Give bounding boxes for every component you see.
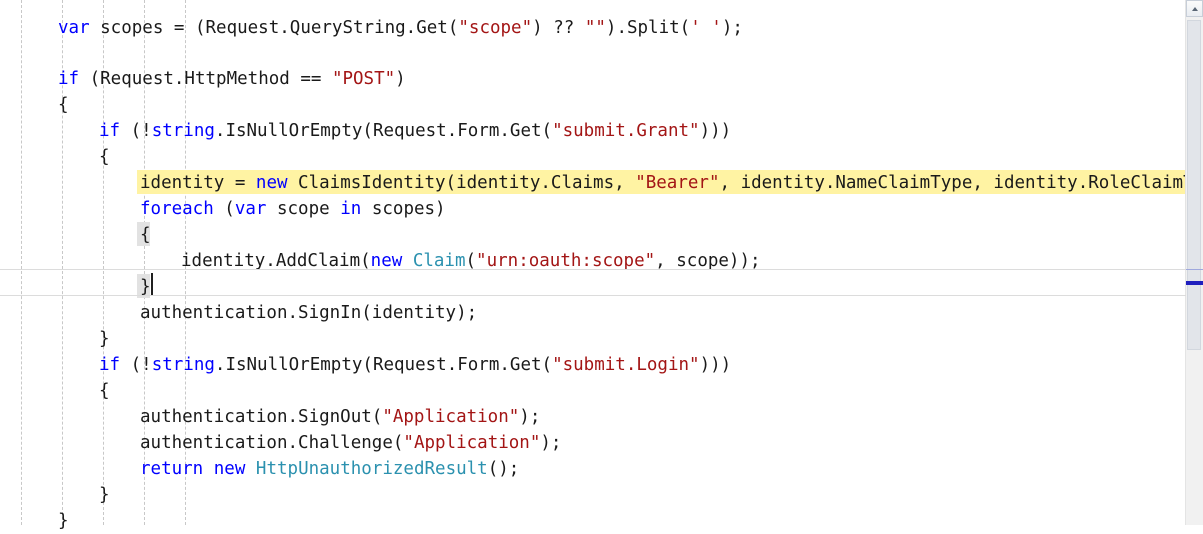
code-token-pun xyxy=(402,248,413,274)
code-token-str: "Application" xyxy=(403,430,540,456)
code-token-pun: authentication.SignIn(identity); xyxy=(140,300,477,326)
code-line[interactable]: if (!string.IsNullOrEmpty(Request.Form.G… xyxy=(0,352,1186,378)
code-token-pun: scopes) xyxy=(361,196,445,222)
code-token-pun: identity.AddClaim( xyxy=(181,248,371,274)
code-token-pun xyxy=(245,456,256,482)
code-token-pun: (Request.HttpMethod == xyxy=(79,66,332,92)
scrollbar-caret-marker xyxy=(1186,281,1203,285)
code-token-str: "POST" xyxy=(332,66,395,92)
code-token-pun: } xyxy=(58,508,69,534)
code-token-type: HttpUnauthorizedResult xyxy=(256,456,488,482)
code-token-pun: ).Split( xyxy=(606,15,690,41)
code-token-pun: ))) xyxy=(700,352,732,378)
vertical-scrollbar[interactable] xyxy=(1185,0,1203,525)
code-token-pun: { xyxy=(58,92,69,118)
code-line[interactable]: authentication.Challenge("Application"); xyxy=(0,430,1186,456)
code-token-pun: } xyxy=(140,274,151,300)
code-token-str: "urn:oauth:scope" xyxy=(476,248,655,274)
code-token-pun: , identity.NameClaimType, identity.RoleC… xyxy=(720,170,1203,196)
code-token-pun: scopes = (Request.QueryString.Get( xyxy=(90,15,459,41)
code-token-kw: string xyxy=(152,352,215,378)
code-token-pun: ) xyxy=(395,66,406,92)
code-token-kw: foreach xyxy=(140,196,214,222)
code-token-str: "" xyxy=(585,15,606,41)
code-token-pun: ))) xyxy=(700,118,732,144)
code-token-kw: new xyxy=(371,248,403,274)
code-line[interactable]: { xyxy=(0,378,1186,404)
code-token-pun: (); xyxy=(488,456,520,482)
code-token-kw: new xyxy=(256,170,288,196)
code-token-pun: .IsNullOrEmpty(Request.Form.Get( xyxy=(215,118,552,144)
code-line[interactable]: return new HttpUnauthorizedResult(); xyxy=(0,456,1186,482)
scrollbar-thumb[interactable] xyxy=(1187,20,1201,350)
code-line[interactable]: authentication.SignOut("Application"); xyxy=(0,404,1186,430)
current-line-bottom-border xyxy=(0,295,1186,296)
code-line[interactable]: { xyxy=(0,222,1186,248)
code-line[interactable]: } xyxy=(0,274,1186,300)
code-line[interactable]: { xyxy=(0,92,1186,118)
code-line[interactable]: { xyxy=(0,144,1186,170)
code-token-pun: .IsNullOrEmpty(Request.Form.Get( xyxy=(215,352,552,378)
code-token-pun: { xyxy=(99,378,110,404)
code-token-pun: ( xyxy=(466,248,477,274)
code-token-kw: new xyxy=(214,456,246,482)
code-line[interactable]: } xyxy=(0,482,1186,508)
code-token-pun: { xyxy=(99,144,110,170)
code-token-kw: in xyxy=(340,196,361,222)
code-editor-pane[interactable]: var scopes = (Request.QueryString.Get("s… xyxy=(0,0,1203,525)
text-caret xyxy=(151,273,153,295)
code-token-pun: } xyxy=(99,326,110,352)
code-line[interactable]: identity = new ClaimsIdentity(identity.C… xyxy=(0,170,1186,196)
code-token-pun: { xyxy=(140,222,151,248)
code-token-str: "Application" xyxy=(382,404,519,430)
code-token-type: Claim xyxy=(413,248,466,274)
code-text-area[interactable]: var scopes = (Request.QueryString.Get("s… xyxy=(0,0,1186,525)
code-line[interactable]: } xyxy=(0,508,1186,534)
code-token-kw: if xyxy=(58,66,79,92)
code-token-kw: if xyxy=(99,118,120,144)
code-token-pun: , scope)); xyxy=(655,248,760,274)
code-token-pun: ) ?? xyxy=(532,15,585,41)
code-line[interactable]: } xyxy=(0,326,1186,352)
code-line[interactable]: var scopes = (Request.QueryString.Get("s… xyxy=(0,15,1186,41)
code-token-kw: string xyxy=(152,118,215,144)
code-token-pun: ( xyxy=(214,196,235,222)
code-token-kw: var xyxy=(58,15,90,41)
code-token-pun: ); xyxy=(722,15,743,41)
code-token-pun: ); xyxy=(540,430,561,456)
code-token-pun: authentication.SignOut( xyxy=(140,404,382,430)
scroll-up-button[interactable] xyxy=(1186,0,1203,17)
code-line[interactable]: identity.AddClaim(new Claim("urn:oauth:s… xyxy=(0,248,1186,274)
chevron-up-icon xyxy=(1192,7,1198,11)
code-token-pun: } xyxy=(99,482,110,508)
code-token-pun: authentication.Challenge( xyxy=(140,430,403,456)
code-token-pun: identity = xyxy=(140,170,256,196)
code-line[interactable]: foreach (var scope in scopes) xyxy=(0,196,1186,222)
code-line[interactable]: if (!string.IsNullOrEmpty(Request.Form.G… xyxy=(0,118,1186,144)
code-token-str: ' ' xyxy=(690,15,722,41)
current-line-top-border xyxy=(0,269,1186,270)
code-token-pun xyxy=(203,456,214,482)
code-token-pun: ClaimsIdentity(identity.Claims, xyxy=(288,170,636,196)
code-token-str: "submit.Login" xyxy=(552,352,700,378)
code-token-str: "submit.Grant" xyxy=(552,118,700,144)
code-line[interactable]: if (Request.HttpMethod == "POST") xyxy=(0,66,1186,92)
code-token-pun: (! xyxy=(120,118,152,144)
code-token-kw: if xyxy=(99,352,120,378)
code-token-str: "scope" xyxy=(458,15,532,41)
code-token-kw: return xyxy=(140,456,203,482)
scrollbar-change-line xyxy=(1186,269,1203,270)
code-token-pun: ); xyxy=(519,404,540,430)
code-token-pun: scope xyxy=(266,196,340,222)
code-line[interactable]: authentication.SignIn(identity); xyxy=(0,300,1186,326)
code-token-kw: var xyxy=(235,196,267,222)
code-token-pun: (! xyxy=(120,352,152,378)
code-token-str: "Bearer" xyxy=(635,170,719,196)
